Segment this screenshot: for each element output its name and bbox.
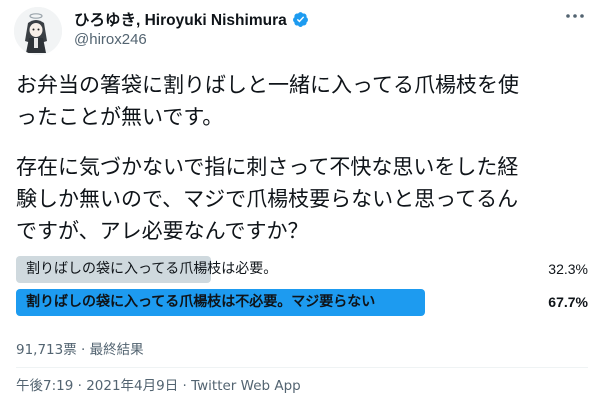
tweet-text: お弁当の箸袋に割りばしと一緒に入ってる爪楊枝を使 ったことが無いです。 存在に気… [16, 69, 588, 247]
poll-option-2: 割りばしの袋に入ってる爪楊枝は不必要。マジ要らない 67.7% [16, 289, 588, 316]
poll-option-1-percent: 32.3% [548, 261, 588, 277]
poll-option-1: 割りばしの袋に入ってる爪楊枝は必要。 32.3% [16, 256, 588, 283]
more-options-icon[interactable] [564, 8, 586, 24]
author-name-row[interactable]: ひろゆき, Hiroyuki Nishimura [74, 8, 309, 30]
divider [16, 367, 588, 368]
verified-badge-icon [292, 11, 308, 27]
author-display-name[interactable]: ひろゆき, Hiroyuki Nishimura [74, 8, 287, 30]
poll-option-1-label: 割りばしの袋に入ってる爪楊枝は必要。 [26, 261, 278, 277]
poll-option-2-percent: 67.7% [548, 294, 588, 310]
poll-option-2-label: 割りばしの袋に入ってる爪楊枝は不必要。マジ要らない [26, 294, 376, 310]
avatar[interactable] [14, 7, 62, 55]
tweet-paragraph-1: お弁当の箸袋に割りばしと一緒に入ってる爪楊枝を使 ったことが無いです。 [16, 73, 519, 129]
poll: 割りばしの袋に入ってる爪楊枝は必要。 32.3% 割りばしの袋に入ってる爪楊枝は… [16, 256, 588, 322]
avatar-illustration-icon [14, 7, 62, 55]
tweet-timestamp[interactable]: 午後7:19 · 2021年4月9日 · Twitter Web App [16, 374, 301, 394]
author-handle[interactable]: @hirox246 [74, 31, 147, 48]
tweet-paragraph-2: 存在に気づかないで指に刺さって不快な思いをした経 験しか無いので、マジで爪楊枝要… [16, 155, 519, 243]
poll-vote-count: 91,713票 · 最終結果 [16, 342, 144, 358]
